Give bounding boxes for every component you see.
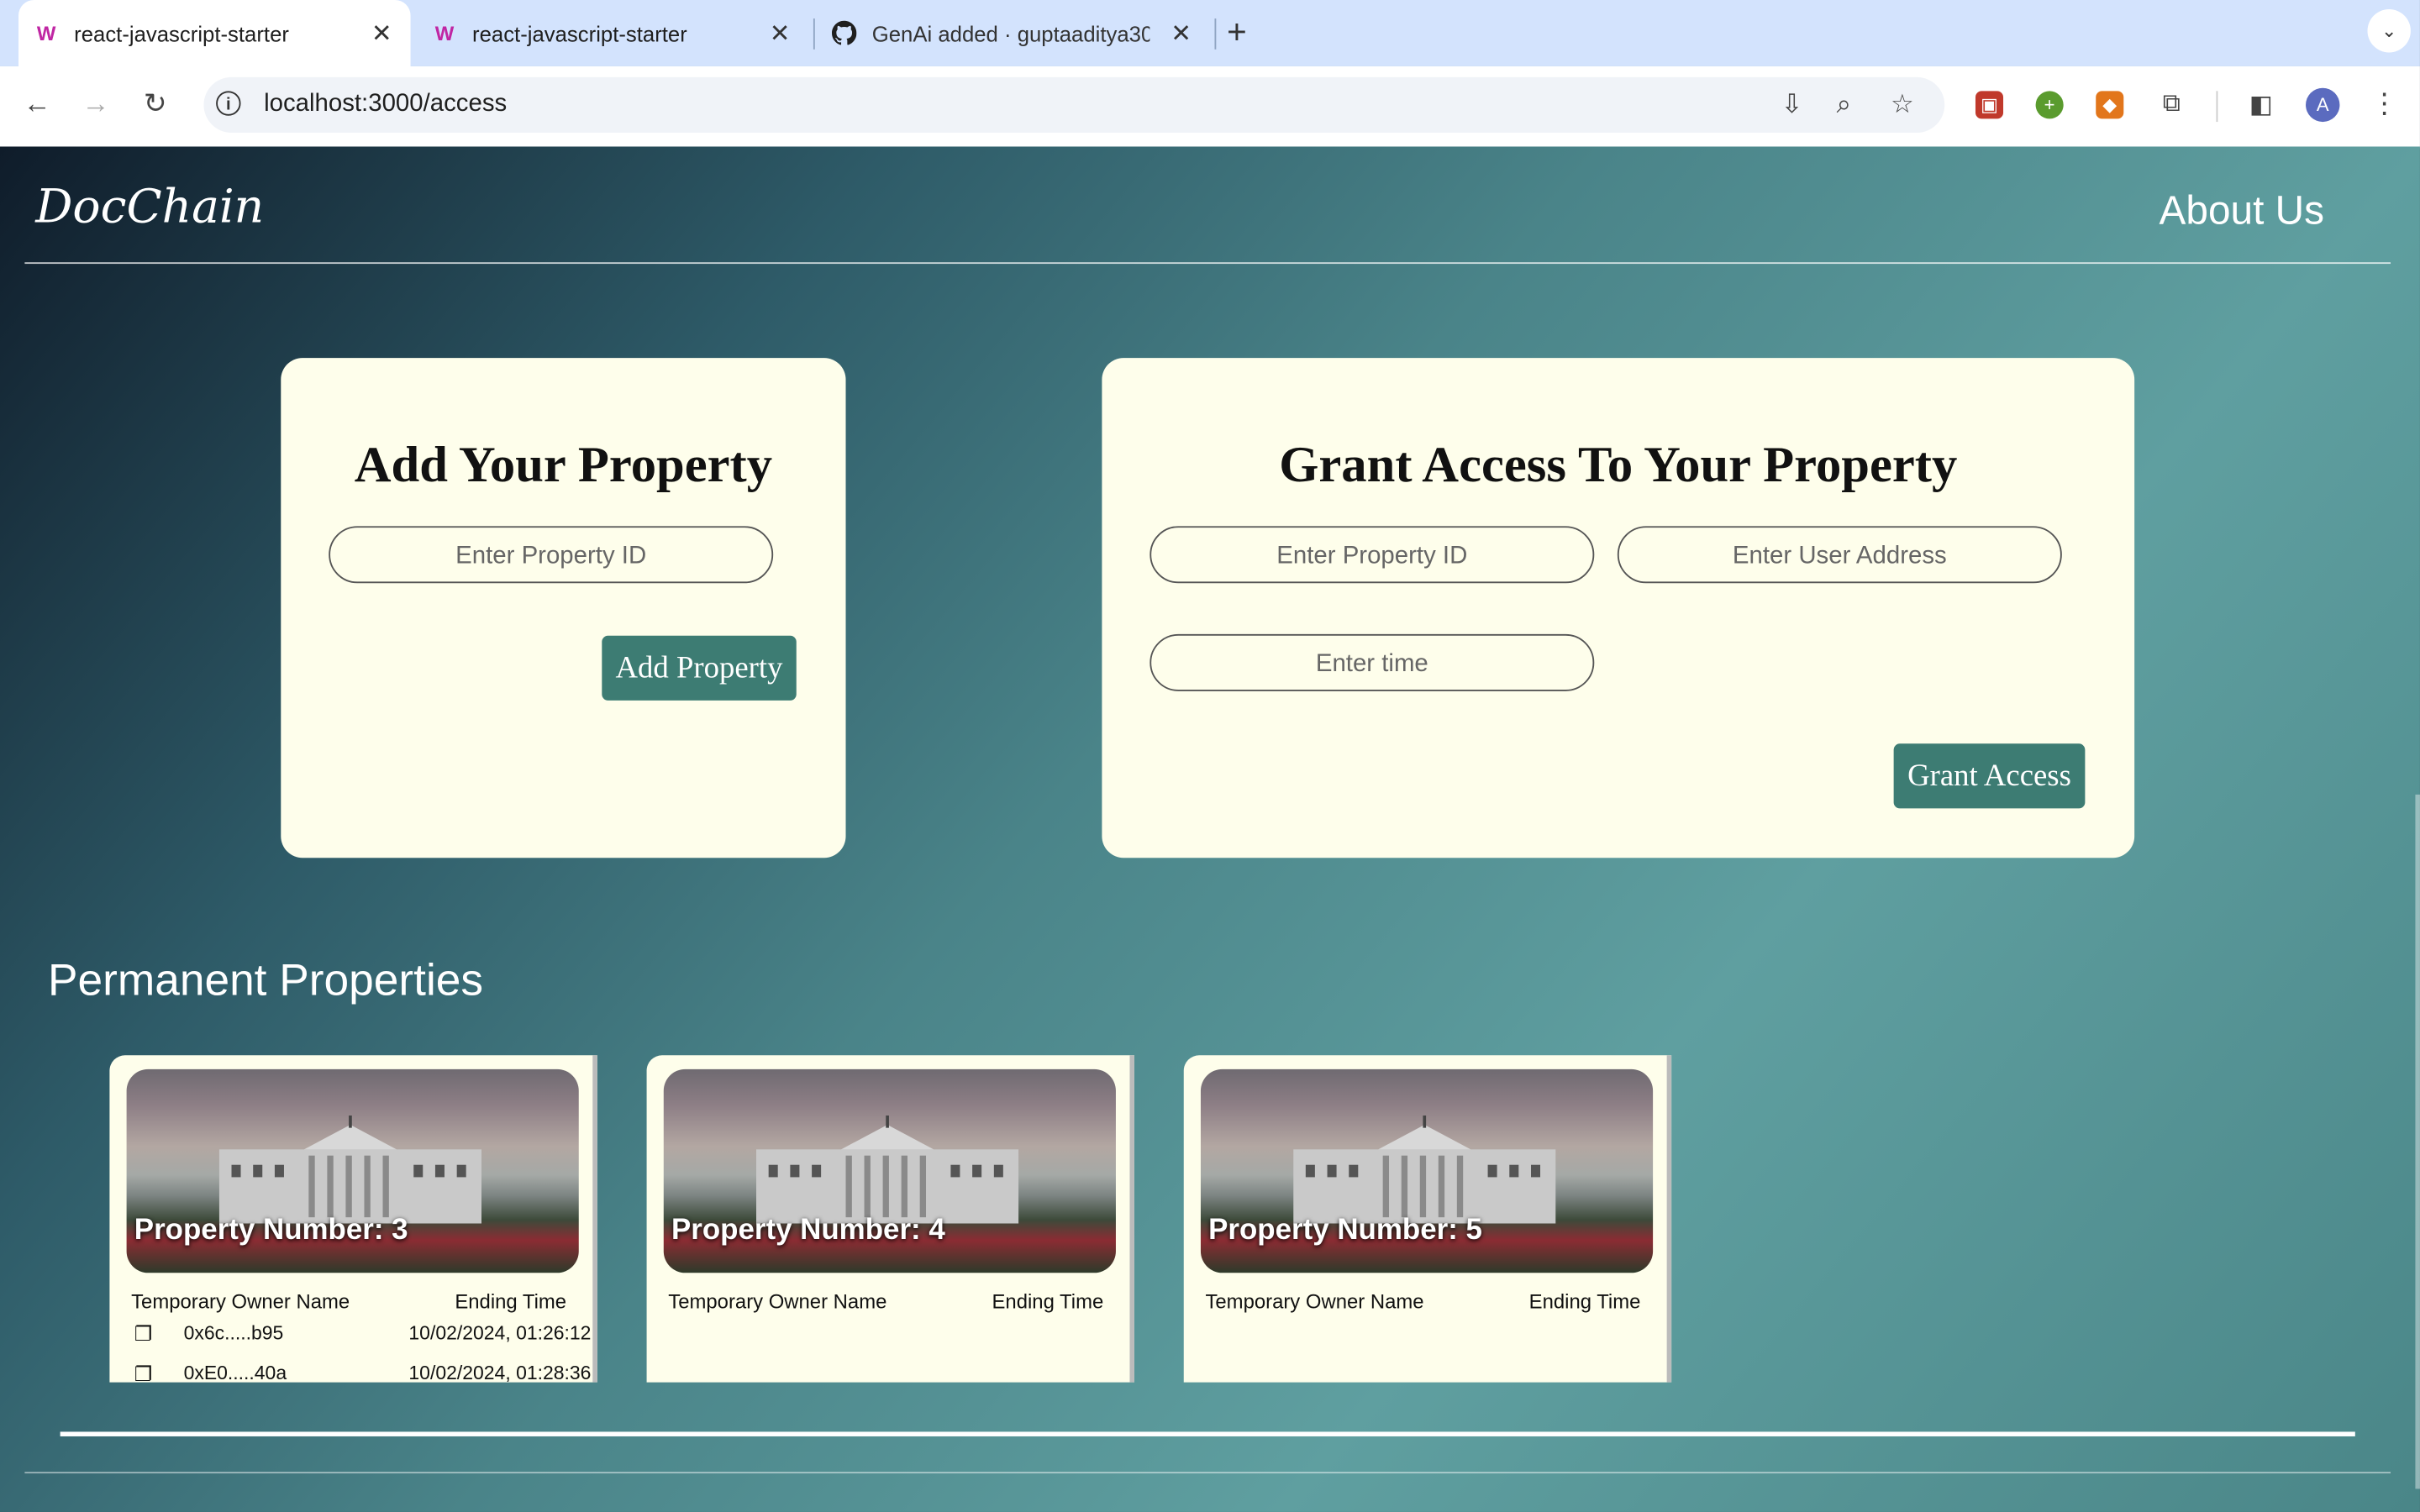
zoom-icon[interactable]: ⌕ <box>1837 90 1852 121</box>
tab-divider <box>1214 18 1217 50</box>
owner-address: 0x6c.....b95 <box>183 1322 284 1344</box>
white-house-illustration <box>1293 1115 1556 1224</box>
bookmark-star-icon[interactable]: ☆ <box>1891 90 1914 121</box>
copy-icon[interactable]: ❐ <box>134 1322 152 1347</box>
owner-address: 0xE0.....40a <box>183 1362 287 1383</box>
tab-title: react-javascript-starter <box>472 20 687 46</box>
back-arrow-icon[interactable]: ← <box>24 88 51 121</box>
card-scrollbar[interactable] <box>592 1055 597 1383</box>
property-card-3[interactable]: Property Number: 3 Temporary Owner Name … <box>109 1055 597 1383</box>
owner-column-header: Temporary Owner Name <box>1205 1289 1424 1314</box>
property-number-label: Property Number: 4 <box>671 1214 945 1247</box>
url-text[interactable]: localhost:3000/access <box>264 91 507 118</box>
white-house-illustration <box>218 1115 482 1224</box>
add-property-button[interactable]: Add Property <box>602 635 797 701</box>
property-number-label: Property Number: 5 <box>1208 1214 1482 1247</box>
time-input[interactable]: Enter time <box>1150 633 1595 691</box>
grant-access-title: Grant Access To Your Property <box>1279 438 1958 494</box>
card-scrollbar[interactable] <box>1666 1055 1672 1383</box>
app-logo[interactable]: DocChain <box>35 181 264 234</box>
metamask-fox-icon[interactable]: ◆ <box>2096 91 2124 119</box>
footer-divider-thin <box>24 1472 2391 1474</box>
side-panel-icon[interactable]: ◧ <box>2247 91 2275 119</box>
property-card-5[interactable]: Property Number: 5 Temporary Owner Name … <box>1183 1055 1672 1383</box>
card-scrollbar[interactable] <box>1129 1055 1134 1383</box>
property-photo: Property Number: 3 <box>126 1068 579 1273</box>
owner-column-header: Temporary Owner Name <box>668 1289 887 1314</box>
site-info-icon[interactable]: i <box>216 91 241 116</box>
webcontainer-favicon-icon: W <box>36 21 56 45</box>
tab-1[interactable]: W react-javascript-starter ✕ <box>18 0 411 66</box>
github-icon <box>831 20 857 45</box>
ending-time-column-header: Ending Time <box>1528 1289 1641 1314</box>
profile-avatar[interactable]: A <box>2306 87 2340 123</box>
grant-access-card: Grant Access To Your Property Enter Prop… <box>1102 358 2135 858</box>
close-tab-icon[interactable]: ✕ <box>770 18 791 49</box>
ending-time-column-header: Ending Time <box>992 1289 1104 1314</box>
tab-2[interactable]: W react-javascript-starter ✕ <box>417 0 809 66</box>
add-property-id-input[interactable]: Enter Property ID <box>329 526 774 584</box>
browser-toolbar: ← → ↻ i localhost:3000/access ⇩ ⌕ ☆ ▣ + … <box>0 66 2420 149</box>
owner-column-header: Temporary Owner Name <box>131 1289 350 1314</box>
browser-tabstrip: W react-javascript-starter ✕ W react-jav… <box>0 0 2420 66</box>
property-number-label: Property Number: 3 <box>134 1214 408 1247</box>
extension-red-icon[interactable]: ▣ <box>1975 91 2004 119</box>
add-property-title: Add Your Property <box>354 438 773 494</box>
close-tab-icon[interactable]: ✕ <box>371 18 392 49</box>
app-page: DocChain About Us Add Your Property Ente… <box>0 146 2420 1512</box>
page-scrollbar[interactable] <box>2415 794 2420 1489</box>
extensions-puzzle-icon[interactable]: ⧉ <box>2157 91 2186 119</box>
address-bar[interactable]: i localhost:3000/access ⇩ ⌕ ☆ <box>203 76 1945 133</box>
reload-icon[interactable]: ↻ <box>144 88 167 121</box>
tab-title: react-javascript-starter <box>74 20 289 46</box>
close-tab-icon[interactable]: ✕ <box>1171 18 1192 49</box>
forward-arrow-icon[interactable]: → <box>82 88 109 121</box>
white-house-illustration <box>755 1115 1019 1224</box>
kebab-menu-icon[interactable]: ⋮ <box>2370 88 2398 121</box>
permanent-properties-heading: Permanent Properties <box>47 956 484 1006</box>
tab-divider <box>813 18 815 50</box>
webcontainer-favicon-icon: W <box>434 21 455 45</box>
add-property-card: Add Your Property Enter Property ID Add … <box>281 358 846 858</box>
property-card-4[interactable]: Property Number: 4 Temporary Owner Name … <box>646 1055 1134 1383</box>
ending-time-column-header: Ending Time <box>455 1289 567 1314</box>
toolbar-divider <box>2216 91 2218 123</box>
grant-property-id-input[interactable]: Enter Property ID <box>1150 526 1595 584</box>
property-photo: Property Number: 4 <box>663 1068 1116 1273</box>
ending-time: 10/02/2024, 01:26:12 <box>408 1322 592 1344</box>
tab-3[interactable]: GenAi added · guptaaditya30 ✕ <box>818 0 1210 66</box>
copy-icon[interactable]: ❐ <box>134 1362 152 1383</box>
new-tab-icon[interactable]: + <box>1227 13 1247 53</box>
user-address-input[interactable]: Enter User Address <box>1617 526 2062 584</box>
property-photo: Property Number: 5 <box>1200 1068 1654 1273</box>
ending-time: 10/02/2024, 01:28:36 <box>408 1362 592 1383</box>
header-divider <box>24 262 2391 265</box>
extension-plus-icon[interactable]: + <box>2035 91 2064 119</box>
footer-divider <box>60 1431 2355 1436</box>
about-us-link[interactable]: About Us <box>2160 186 2324 234</box>
tab-title: GenAi added · guptaaditya30 <box>871 20 1150 46</box>
install-app-icon[interactable]: ⇩ <box>1781 90 1803 121</box>
tab-search-chevron-icon[interactable]: ⌄ <box>2367 9 2411 53</box>
grant-access-button[interactable]: Grant Access <box>1893 743 2086 809</box>
